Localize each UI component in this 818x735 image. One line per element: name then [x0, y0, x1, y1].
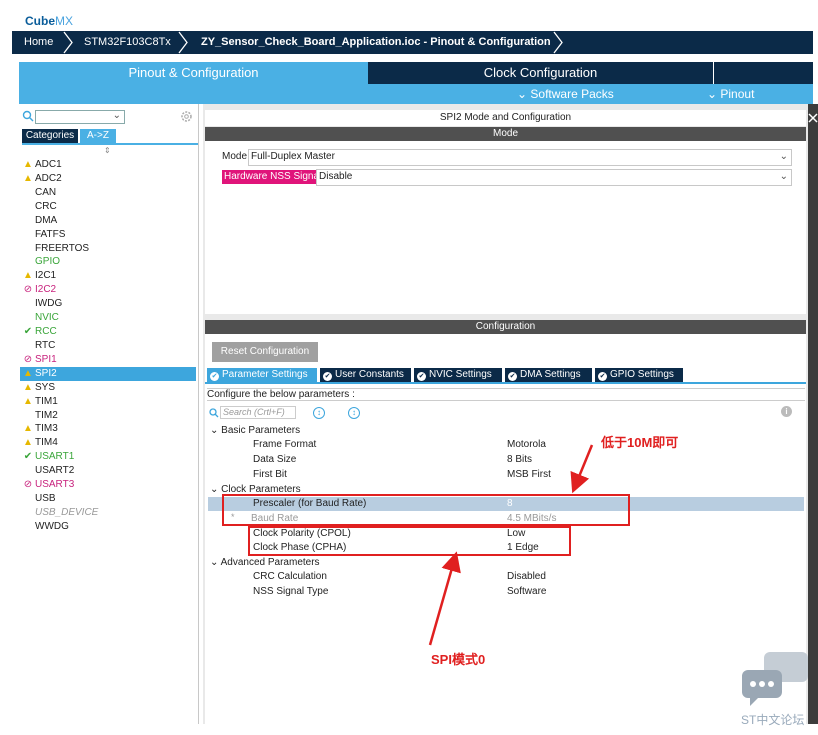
arrow-to-spi-mode: [428, 551, 461, 646]
annotation-spi-mode: SPI模式0: [431, 652, 486, 667]
annotation-below-10m: 低于10M即可: [601, 435, 679, 450]
watermark-text: ST中文论坛: [741, 713, 805, 727]
arrow-to-baud: [570, 444, 594, 494]
annotation-arrows: [428, 444, 594, 646]
chat-bubble-icon: [742, 652, 808, 706]
